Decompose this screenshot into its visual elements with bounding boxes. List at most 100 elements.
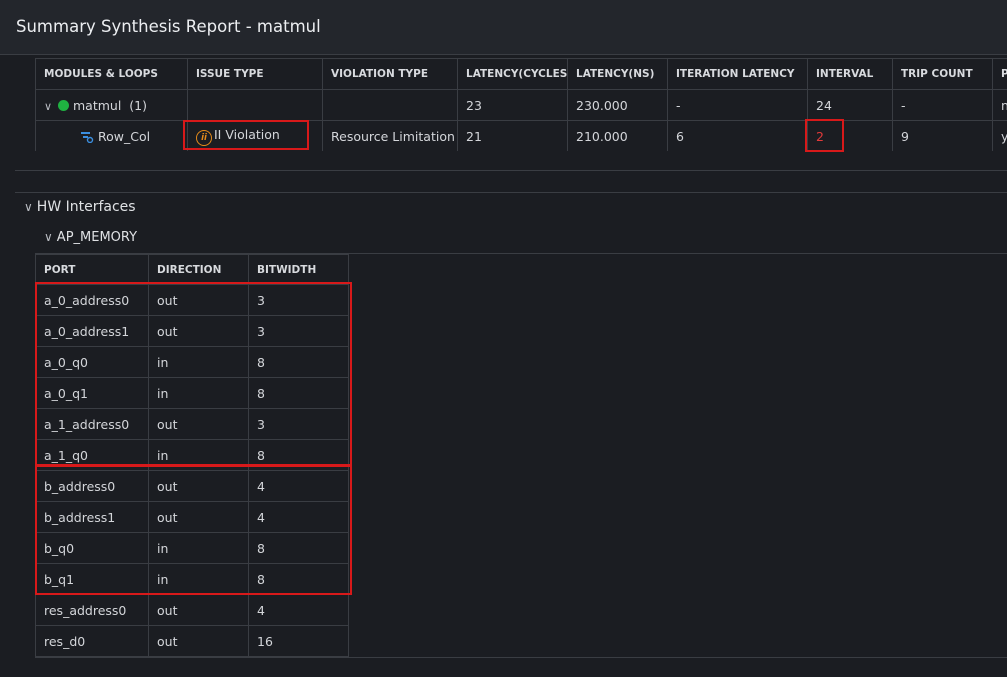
direction-cell: in <box>148 377 249 409</box>
hw-interfaces-label: HW Interfaces <box>36 199 136 215</box>
col-header-violation-type[interactable]: VIOLATION TYPE <box>322 58 458 90</box>
col-header-latency-cycles[interactable]: LATENCY(CYCLES) <box>457 58 568 90</box>
iteration-latency-cell: 6 <box>667 120 808 151</box>
port-cell: b_address1 <box>35 501 149 533</box>
port-cell: a_0_q1 <box>35 377 149 409</box>
trip-count-cell: 9 <box>892 120 993 151</box>
port-header-row: PORT DIRECTION BITWIDTH <box>35 254 349 285</box>
status-dot-icon <box>58 99 69 111</box>
port-cell: b_q0 <box>35 532 149 564</box>
bitwidth-cell: 8 <box>248 563 349 595</box>
summary-table: MODULES & LOOPS ISSUE TYPE VIOLATION TYP… <box>35 58 1007 151</box>
bitwidth-cell: 8 <box>248 377 349 409</box>
report-header: Summary Synthesis Report - matmul <box>0 0 1007 55</box>
ap-memory-table: PORT DIRECTION BITWIDTH a_0_address0 out 3… <box>35 254 349 657</box>
bitwidth-cell: 4 <box>248 501 349 533</box>
issue-cell <box>187 89 323 121</box>
table-row[interactable]: b_q0 in 8 <box>35 532 349 564</box>
direction-cell: in <box>148 532 249 564</box>
table-row-matmul[interactable]: ∨ matmul (1) 23 230.000 - 24 - no <box>35 89 1007 121</box>
col-header-issue-type[interactable]: ISSUE TYPE <box>187 58 323 90</box>
port-cell: b_address0 <box>35 470 149 502</box>
port-cell: a_0_q0 <box>35 346 149 378</box>
p-cell: no <box>992 89 1007 121</box>
port-cell: a_1_address0 <box>35 408 149 440</box>
interval-cell: 2 <box>807 120 893 151</box>
direction-cell: out <box>148 625 249 657</box>
iteration-latency-cell: - <box>667 89 808 121</box>
col-header-direction[interactable]: DIRECTION <box>148 254 249 285</box>
chevron-down-icon[interactable]: ∨ <box>44 230 53 244</box>
col-header-interval[interactable]: INTERVAL <box>807 58 893 90</box>
trip-count-cell: - <box>892 89 993 121</box>
table-row[interactable]: b_address1 out 4 <box>35 501 349 533</box>
ap-memory-label: AP_MEMORY <box>56 230 138 245</box>
direction-cell: in <box>148 439 249 471</box>
direction-cell: out <box>148 408 249 440</box>
table-row[interactable]: a_1_address0 out 3 <box>35 408 349 440</box>
table-row[interactable]: a_0_address0 out 3 <box>35 284 349 316</box>
direction-cell: out <box>148 470 249 502</box>
port-cell: a_0_address0 <box>35 284 149 316</box>
divider <box>15 192 1007 193</box>
col-header-port[interactable]: PORT <box>35 254 149 285</box>
col-header-latency-ns[interactable]: LATENCY(NS) <box>567 58 668 90</box>
bitwidth-cell: 8 <box>248 439 349 471</box>
bitwidth-cell: 8 <box>248 346 349 378</box>
direction-cell: out <box>148 284 249 316</box>
ap-memory-header[interactable]: ∨ AP_MEMORY <box>44 230 137 245</box>
col-header-trip-count[interactable]: TRIP COUNT <box>892 58 993 90</box>
hw-interfaces-header[interactable]: ∨ HW Interfaces <box>24 199 136 215</box>
port-cell: res_address0 <box>35 594 149 626</box>
col-header-bitwidth[interactable]: BITWIDTH <box>248 254 349 285</box>
ap-memory-table-container: PORT DIRECTION BITWIDTH a_0_address0 out 3… <box>35 253 1007 658</box>
direction-cell: out <box>148 594 249 626</box>
bitwidth-cell: 16 <box>248 625 349 657</box>
table-row[interactable]: res_address0 out 4 <box>35 594 349 626</box>
loop-name: Row_Col <box>98 128 151 144</box>
direction-cell: in <box>148 563 249 595</box>
chevron-down-icon[interactable]: ∨ <box>44 100 54 113</box>
table-row[interactable]: b_address0 out 4 <box>35 470 349 502</box>
p-cell: yes <box>992 120 1007 151</box>
port-cell: res_d0 <box>35 625 149 657</box>
violation-cell: Resource Limitation <box>322 120 458 151</box>
page-title: Summary Synthesis Report - matmul <box>16 17 321 36</box>
table-row[interactable]: a_0_q1 in 8 <box>35 377 349 409</box>
loop-icon <box>81 131 94 143</box>
bitwidth-cell: 4 <box>248 594 349 626</box>
table-row-row-col[interactable]: Row_Col ii II Violation Resource Limitati… <box>35 120 1007 151</box>
col-header-modules-loops[interactable]: MODULES & LOOPS <box>35 58 188 90</box>
issue-cell[interactable]: ii II Violation <box>187 120 323 151</box>
col-header-iteration-latency[interactable]: ITERATION LATENCY <box>667 58 808 90</box>
summary-header-row: MODULES & LOOPS ISSUE TYPE VIOLATION TYP… <box>35 58 1007 90</box>
direction-cell: out <box>148 501 249 533</box>
bitwidth-cell: 3 <box>248 284 349 316</box>
summary-table-container: MODULES & LOOPS ISSUE TYPE VIOLATION TYP… <box>35 58 1007 151</box>
table-row[interactable]: a_0_q0 in 8 <box>35 346 349 378</box>
module-cell[interactable]: Row_Col <box>35 120 188 151</box>
module-count: (1) <box>129 97 147 113</box>
bitwidth-cell: 8 <box>248 532 349 564</box>
issue-label: II Violation <box>214 126 280 142</box>
latency-ns-cell: 230.000 <box>567 89 668 121</box>
latency-ns-cell: 210.000 <box>567 120 668 151</box>
violation-cell <box>322 89 458 121</box>
port-cell: a_1_q0 <box>35 439 149 471</box>
latency-cycles-cell: 23 <box>457 89 568 121</box>
table-row[interactable]: b_q1 in 8 <box>35 563 349 595</box>
divider <box>15 170 1007 171</box>
col-header-p[interactable]: P <box>992 58 1007 90</box>
bitwidth-cell: 4 <box>248 470 349 502</box>
table-row[interactable]: res_d0 out 16 <box>35 625 349 657</box>
port-cell: a_0_address1 <box>35 315 149 347</box>
module-name: matmul <box>73 97 122 113</box>
table-row[interactable]: a_0_address1 out 3 <box>35 315 349 347</box>
bitwidth-cell: 3 <box>248 408 349 440</box>
module-cell[interactable]: ∨ matmul (1) <box>35 89 188 121</box>
table-row[interactable]: a_1_q0 in 8 <box>35 439 349 471</box>
chevron-down-icon[interactable]: ∨ <box>24 200 33 214</box>
latency-cycles-cell: 21 <box>457 120 568 151</box>
direction-cell: out <box>148 315 249 347</box>
interval-cell: 24 <box>807 89 893 121</box>
